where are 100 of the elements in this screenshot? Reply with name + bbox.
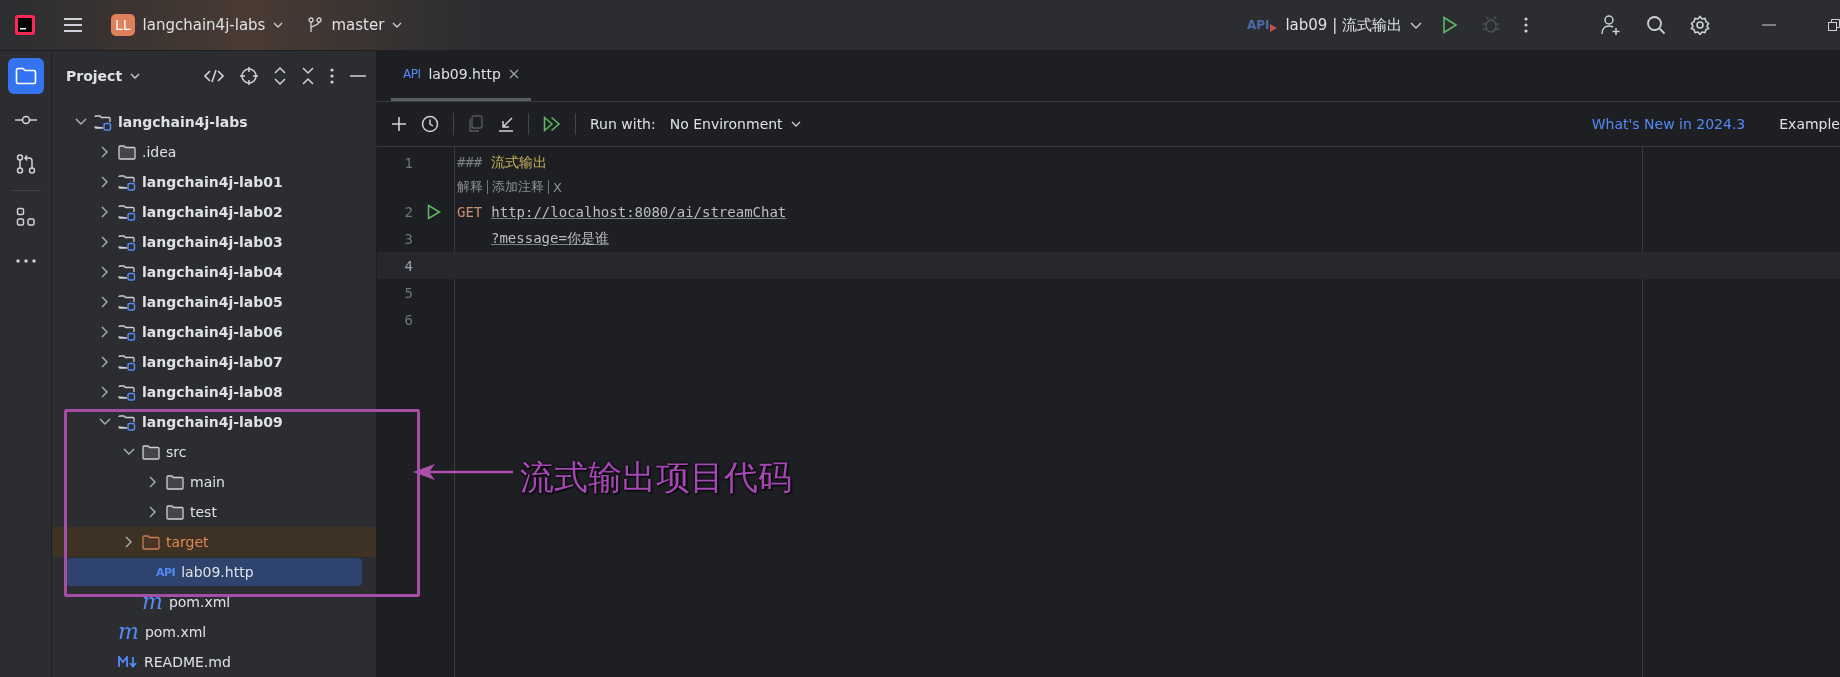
chevron-right-icon[interactable] — [149, 506, 157, 518]
inlay-hint-action[interactable]: 解释 — [457, 178, 483, 196]
chevron-down-icon — [790, 121, 801, 127]
history-icon[interactable] — [421, 115, 439, 133]
examples-link[interactable]: Example — [1779, 116, 1840, 132]
chevron-right-icon[interactable] — [101, 206, 109, 218]
chevron-down-icon[interactable] — [75, 118, 87, 126]
collapse-all-icon[interactable] — [302, 66, 314, 85]
more-vertical-icon[interactable] — [1524, 17, 1528, 33]
tree-item[interactable]: API lab09.http — [66, 558, 362, 586]
folder-tool-button[interactable] — [7, 58, 44, 94]
import-icon[interactable] — [498, 116, 514, 132]
folder-icon — [118, 144, 136, 160]
code-comment: ### — [457, 153, 483, 172]
folder-icon — [142, 534, 160, 550]
branch-icon — [307, 17, 324, 33]
tree-item[interactable]: main — [52, 468, 362, 496]
tree-item[interactable]: langchain4j-labs — [52, 108, 362, 136]
structure-icon — [15, 207, 36, 227]
crosshair-icon[interactable] — [240, 66, 258, 85]
chevron-right-icon[interactable] — [101, 386, 109, 398]
folder-icon — [166, 474, 184, 490]
code-indent-url[interactable]: ?message=你是谁 — [491, 229, 609, 248]
chevron-down-icon[interactable] — [99, 418, 111, 426]
chevron-down-icon[interactable] — [123, 448, 135, 456]
run-config-selector[interactable]: API lab09 | 流式输出 — [1238, 11, 1430, 39]
close-icon[interactable] — [508, 69, 519, 79]
inlay-hint-action[interactable]: X — [553, 179, 562, 195]
tree-item[interactable]: langchain4j-lab07 — [52, 348, 362, 376]
tree-item[interactable]: langchain4j-lab09 — [52, 408, 362, 436]
chevron-right-icon[interactable] — [149, 476, 157, 488]
inlay-hint-action[interactable]: 添加注释 — [492, 178, 544, 196]
chevron-right-icon[interactable] — [101, 176, 109, 188]
api-file-icon: API — [156, 565, 176, 579]
chevron-right-icon[interactable] — [101, 266, 109, 278]
tree-item[interactable]: src — [52, 438, 362, 466]
chevron-right-icon[interactable] — [101, 236, 109, 248]
tree-item-label: src — [166, 444, 187, 460]
tree-item[interactable]: langchain4j-lab05 — [52, 288, 362, 316]
add-icon[interactable] — [391, 116, 407, 132]
tree-item[interactable]: langchain4j-lab01 — [52, 168, 362, 196]
tree-item-label: langchain4j-lab08 — [142, 384, 283, 400]
expand-all-icon[interactable] — [274, 66, 286, 85]
tree-item[interactable]: .idea — [52, 138, 362, 166]
add-user-icon[interactable] — [1600, 14, 1622, 36]
more-horizontal-icon — [15, 259, 36, 263]
run-icon[interactable] — [1442, 16, 1458, 34]
branch-switcher[interactable]: master — [299, 12, 411, 38]
tree-item-label: README.md — [144, 654, 231, 670]
tree-item[interactable]: langchain4j-lab06 — [52, 318, 362, 346]
tree-item[interactable]: langchain4j-lab04 — [52, 258, 362, 286]
module-folder-icon — [118, 233, 136, 251]
tree-item[interactable]: README.md — [52, 648, 362, 676]
project-view-selector[interactable]: Project — [66, 67, 141, 84]
settings-icon[interactable] — [1690, 15, 1710, 35]
run-config-name: lab09 | 流式输出 — [1285, 15, 1402, 35]
tree-item[interactable]: langchain4j-lab08 — [52, 378, 362, 406]
run-all-icon[interactable] — [543, 116, 561, 132]
chevron-right-icon[interactable] — [101, 296, 109, 308]
tree-item-label: test — [190, 504, 217, 520]
tree-item[interactable]: langchain4j-lab03 — [52, 228, 362, 256]
module-folder-icon — [118, 323, 136, 341]
whats-new-link[interactable]: What's New in 2024.3 — [1591, 116, 1746, 132]
tree-item[interactable]: test — [52, 498, 362, 526]
more-vertical-icon[interactable] — [330, 67, 334, 84]
menu-icon[interactable] — [63, 17, 83, 33]
restore-icon[interactable] — [1828, 19, 1840, 31]
tree-item-label: langchain4j-lab01 — [142, 174, 283, 190]
tree-item[interactable]: langchain4j-lab02 — [52, 198, 362, 226]
tree-item[interactable]: m pom.xml — [52, 618, 362, 646]
line-number: 1 — [403, 154, 413, 171]
tree-item-label: target — [166, 534, 209, 550]
tree-item-label: langchain4j-lab05 — [142, 294, 283, 310]
module-folder-icon — [94, 113, 112, 131]
tree-item[interactable]: m pom.xml — [52, 588, 362, 616]
environment-dropdown[interactable]: No Environment — [669, 116, 801, 132]
tree-item-label: pom.xml — [168, 594, 231, 610]
search-icon[interactable] — [1646, 15, 1666, 35]
commit-icon — [14, 115, 37, 125]
maven-file-icon: m — [118, 625, 139, 639]
app-logo-icon[interactable] — [15, 15, 35, 35]
editor-tab[interactable]: API lab09.http — [391, 50, 531, 101]
minimize-icon[interactable] — [350, 74, 366, 77]
tree-item-label: langchain4j-lab07 — [142, 354, 283, 370]
project-badge: LL — [111, 14, 135, 36]
line-number: 3 — [403, 230, 413, 247]
chevron-right-icon[interactable] — [101, 146, 109, 158]
folder-icon — [142, 444, 160, 460]
module-folder-icon — [118, 413, 136, 431]
code-url[interactable]: http://localhost:8080/ai/streamChat — [491, 203, 787, 220]
chevron-down-icon — [1410, 21, 1422, 29]
tree-item-label: lab09.http — [181, 564, 254, 580]
run-request-icon[interactable] — [427, 203, 441, 220]
chevron-right-icon[interactable] — [101, 356, 109, 368]
branch-name: master — [331, 16, 385, 34]
chevron-right-icon[interactable] — [125, 536, 133, 548]
project-switcher[interactable]: LL langchain4j-labs — [103, 10, 292, 40]
code-keyword: GET — [457, 203, 483, 220]
chevron-right-icon[interactable] — [101, 326, 109, 338]
code-link-icon[interactable] — [204, 68, 224, 83]
